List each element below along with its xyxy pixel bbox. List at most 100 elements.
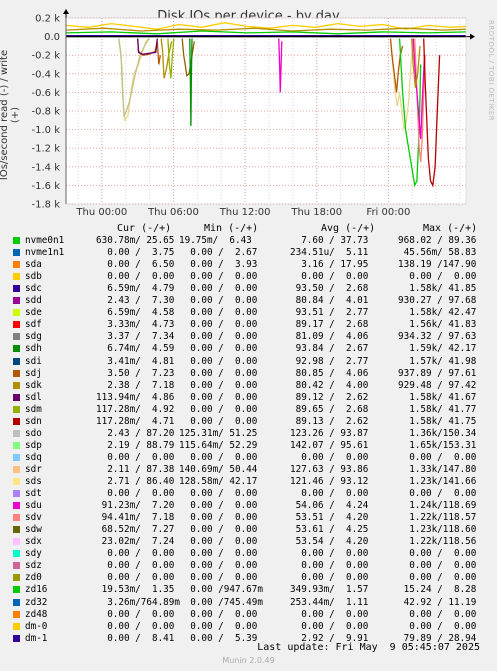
- legend-max-value: 1.65k/153.31: [398, 439, 477, 451]
- legend-min-value: 0.00 / 2.67: [179, 247, 258, 259]
- legend-avg-value: 7.60 / 37.73: [290, 235, 369, 246]
- legend-avg-value: 53.51 / 4.20: [290, 512, 369, 524]
- legend-max-value: 0.00 / 0.00: [398, 560, 477, 572]
- legend-min-value: 140.69m/ 50.44: [179, 463, 258, 475]
- legend-min-value: 0.00 / 0.00: [179, 367, 258, 379]
- legend-swatch: [13, 598, 20, 606]
- legend-avg-value: 0.00 / 0.00: [290, 451, 369, 463]
- legend-max-value: 1.58k/ 42.47: [398, 307, 477, 319]
- legend-max-value: 0.00 / 0.00: [398, 271, 477, 283]
- legend-min-value: 0.00 / 0.00: [179, 500, 258, 512]
- legend-row: sdu 91.23m/ 7.20 0.00 / 0.00 54.06 / 4.2…: [0, 500, 497, 512]
- legend-max-value: 1.57k/ 41.98: [398, 355, 477, 367]
- legend-min-value: 0.00 / 0.00: [179, 379, 258, 391]
- legend-max-value: 1.59k/ 42.17: [398, 343, 477, 355]
- y-tick-label: 0.0: [44, 32, 60, 43]
- legend-cur-value: 2.11 / 87.38: [96, 463, 175, 475]
- legend-avg-value: 93.51 / 2.77: [290, 307, 369, 319]
- legend-device-name: sdq: [25, 451, 42, 463]
- legend-avg-value: 0.00 / 0.00: [290, 271, 369, 283]
- legend-swatch: [13, 465, 20, 473]
- legend-min-value: 19.75m/ 6.43: [179, 235, 252, 246]
- legend-cur-value: 2.38 / 7.18: [96, 379, 175, 391]
- legend-min-value: 0.00 / 0.00: [179, 536, 258, 548]
- legend-avg-value: 92.98 / 2.77: [290, 355, 369, 367]
- legend-swatch: [13, 297, 20, 305]
- legend-avg-value: 142.07 / 95.61: [290, 439, 369, 451]
- legend-device-name: nvme1n1: [25, 247, 65, 259]
- legend-cur-value: 2.71 / 86.40: [96, 476, 175, 487]
- legend-cur-value: 2.43 / 7.30: [96, 295, 175, 307]
- legend-device-name: sds: [25, 476, 42, 487]
- legend-swatch: [13, 550, 20, 558]
- legend-min-value: 0.00 / 0.00: [179, 524, 258, 536]
- col-avg-header: Avg (-/+): [321, 223, 376, 234]
- plot-area: 0.2 k 0.0 -0.2 k -0.4 k -0.6 k -0.8 k -1.0 k -1…: [32, 9, 475, 215]
- legend-row: sdk 2.38 / 7.18 0.00 / 0.00 80.42 / 4.00…: [0, 380, 497, 392]
- y-tick-label: -0.8 k: [32, 107, 61, 118]
- legend-row: sdi 3.41m/ 4.81 0.00 / 0.00 92.98 / 2.77…: [0, 356, 497, 368]
- legend-device-name: sdz: [25, 560, 42, 572]
- legend-cur-value: 0.00 / 0.00: [96, 548, 175, 560]
- legend-row: sdv 94.41m/ 7.18 0.00 / 0.00 53.51 / 4.2…: [0, 512, 497, 524]
- x-tick-label: Fri 00:00: [366, 207, 410, 215]
- legend-avg-value: 80.85 / 4.06: [290, 367, 369, 379]
- y-tick-label: -0.2 k: [32, 51, 61, 62]
- legend-max-value: 1.58k/ 41.75: [398, 415, 477, 427]
- legend-cur-value: 0.00 / 0.00: [96, 608, 175, 620]
- legend-swatch: [13, 393, 20, 401]
- legend-device-name: sdj: [25, 367, 42, 379]
- legend-avg-value: 349.93m/ 1.57: [290, 584, 369, 596]
- legend-min-value: 0.00 / 0.00: [179, 572, 258, 584]
- legend-row: sdx 23.02m/ 7.24 0.00 / 0.00 53.54 / 4.2…: [0, 536, 497, 548]
- legend-avg-value: 89.17 / 2.68: [290, 319, 369, 331]
- legend-avg-value: 253.44m/ 1.11: [290, 596, 369, 608]
- x-tick-label: Thu 00:00: [75, 207, 127, 215]
- legend-avg-value: 234.51u/ 5.11: [290, 247, 369, 259]
- y-tick-label: -1.2 k: [32, 144, 61, 155]
- legend-swatch: [13, 285, 20, 293]
- legend-avg-value: 80.84 / 4.01: [290, 295, 369, 307]
- legend-device-name: sdu: [25, 500, 42, 512]
- legend-swatch: [13, 562, 20, 570]
- legend-max-value: 42.92 / 11.19: [398, 596, 477, 608]
- legend-cur-value: 0.00 / 0.00: [96, 560, 175, 572]
- legend-avg-value: 0.00 / 0.00: [290, 620, 369, 632]
- legend-min-value: 0.00 / 0.00: [179, 295, 258, 307]
- legend-swatch: [13, 357, 20, 365]
- legend-cur-value: 3.33m/ 4.73: [96, 319, 175, 331]
- x-tick-label: Thu 06:00: [147, 207, 199, 215]
- legend-max-value: 45.56m/ 58.83: [398, 247, 477, 259]
- legend-max-value: 1.23k/141.66: [398, 476, 477, 487]
- legend-device-name: sdm: [25, 403, 42, 415]
- legend-row: sdf 3.33m/ 4.73 0.00 / 0.00 89.17 / 2.68…: [0, 319, 497, 331]
- legend-min-value: 0.00 / 0.00: [179, 403, 258, 415]
- legend-max-value: 1.58k/ 41.85: [398, 283, 477, 295]
- legend-avg-value: 93.84 / 2.67: [290, 343, 369, 355]
- legend-device-name: sdo: [25, 427, 42, 439]
- legend-avg-value: 54.06 / 4.24: [290, 500, 369, 512]
- legend-row: dm-0 0.00 / 0.00 0.00 / 0.00 0.00 / 0.00…: [0, 621, 497, 633]
- legend-row: sdo 2.43 / 87.20 125.31m/ 51.25 123.26 / 9…: [0, 428, 497, 440]
- legend-row: sdm 117.28m/ 4.92 0.00 / 0.00 89.65 / 2.6…: [0, 404, 497, 416]
- legend-cur-value: 0.00 / 0.00: [96, 451, 175, 463]
- legend-cur-value: 3.26m/764.89m: [96, 596, 180, 608]
- legend-min-value: 0.00 / 0.00: [179, 307, 258, 319]
- legend-min-value: 125.31m/ 51.25: [179, 427, 258, 439]
- legend-min-value: 0.00 / 0.00: [179, 608, 258, 620]
- legend-avg-value: 89.13 / 2.62: [290, 415, 369, 427]
- legend-cur-value: 6.59m/ 4.79: [96, 283, 175, 295]
- legend-row: sdw 68.52m/ 7.27 0.00 / 0.00 53.61 / 4.2…: [0, 524, 497, 536]
- legend-min-value: 0.00 / 0.00: [179, 355, 258, 367]
- legend-min-value: 0.00 / 0.00: [179, 391, 258, 403]
- y-tick-label: -1.4 k: [32, 162, 61, 173]
- legend-avg-value: 93.50 / 2.68: [290, 283, 369, 295]
- y-tick-label: -1.6 k: [32, 181, 61, 192]
- legend-max-value: 0.00 / 0.00: [398, 572, 477, 584]
- legend-swatch: [13, 273, 20, 281]
- legend-max-value: 0.00 / 0.00: [398, 548, 477, 560]
- col-cur-header: Cur (-/+): [117, 223, 172, 234]
- legend-device-name: sdp: [25, 439, 42, 451]
- legend-device-name: sdh: [25, 343, 42, 355]
- legend-row: sdd 2.43 / 7.30 0.00 / 0.00 80.84 / 4.01…: [0, 295, 497, 307]
